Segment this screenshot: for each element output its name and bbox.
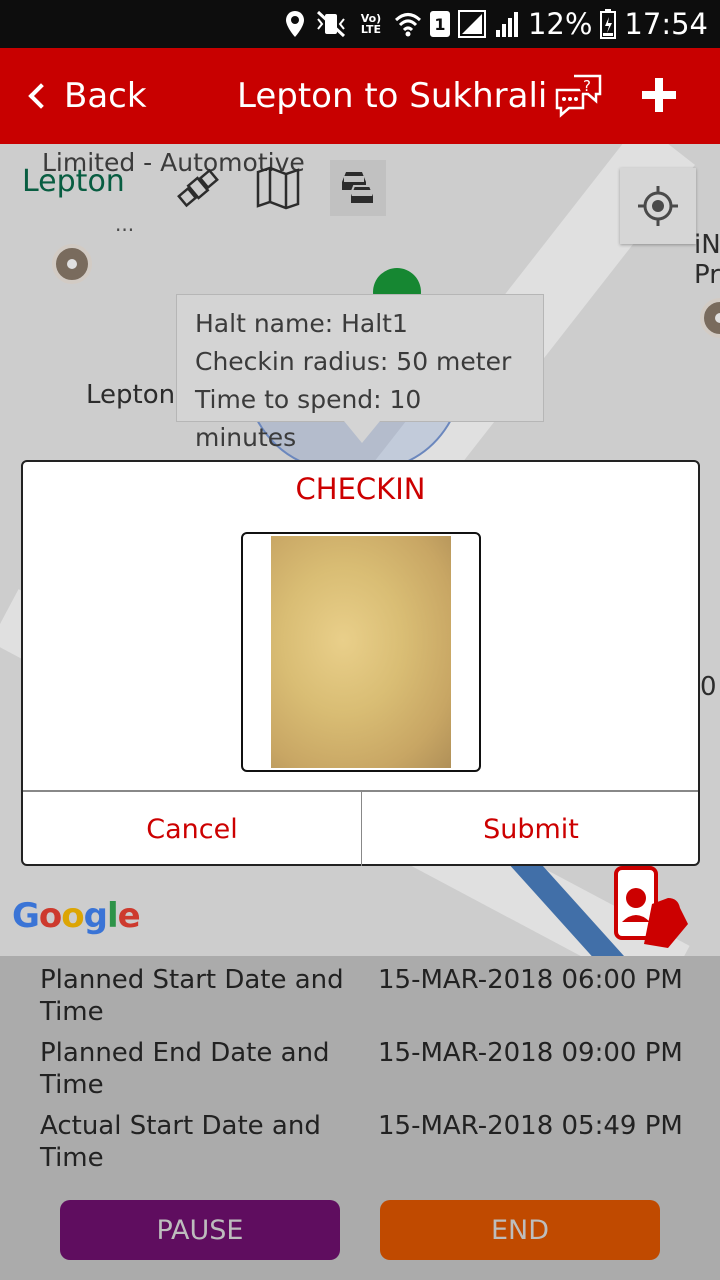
chevron-left-icon [28,83,54,109]
end-button[interactable]: END [380,1200,660,1260]
chat-help-icon[interactable]: ? [554,72,604,122]
detail-value: 15-MAR-2018 05:49 PM [378,1111,683,1141]
battery-icon [600,9,617,39]
captured-photo [271,536,451,768]
pause-button[interactable]: PAUSE [60,1200,340,1260]
app-bar: Back Lepton to Sukhrali ? [0,48,720,144]
detail-label: Actual Start Date and Time [40,1111,321,1173]
checkin-dialog: CHECKIN Cancel Submit [21,460,700,866]
back-button[interactable]: Back [26,48,147,144]
clock: 17:54 [624,7,708,41]
dialog-title: CHECKIN [295,472,426,506]
planned-end-row: Planned End Date and Time 15-MAR-2018 09… [40,1037,690,1101]
back-label: Back [64,76,147,116]
svg-text:?: ? [583,77,591,95]
cancel-button[interactable]: Cancel [23,792,361,866]
wifi-icon [394,9,422,39]
detail-value: 15-MAR-2018 09:00 PM [378,1038,683,1068]
vibrate-mute-icon [314,9,348,39]
volte-label: Vo) LTE [360,12,382,36]
detail-value: 15-MAR-2018 06:00 PM [378,965,683,995]
location-icon [284,9,306,39]
selfie-checkin-icon[interactable] [608,864,694,954]
signal-icon-sim2 [494,9,520,39]
signal-icon-sim1 [457,9,486,39]
submit-button[interactable]: Submit [362,792,700,866]
planned-start-row: Planned Start Date and Time 15-MAR-2018 … [40,964,690,1028]
battery-percent: 12% [527,7,593,41]
page-title: Lepton to Sukhrali [237,76,548,116]
add-icon[interactable] [636,72,682,118]
detail-label: Planned End Date and Time [40,1038,330,1100]
sim-indicator: 1 [429,11,450,37]
detail-label: Planned Start Date and Time [40,965,344,1027]
actual-start-row: Actual Start Date and Time 15-MAR-2018 0… [40,1110,690,1174]
photo-frame[interactable] [241,532,481,772]
status-bar: Vo) LTE 1 12% 17:54 [0,0,720,48]
